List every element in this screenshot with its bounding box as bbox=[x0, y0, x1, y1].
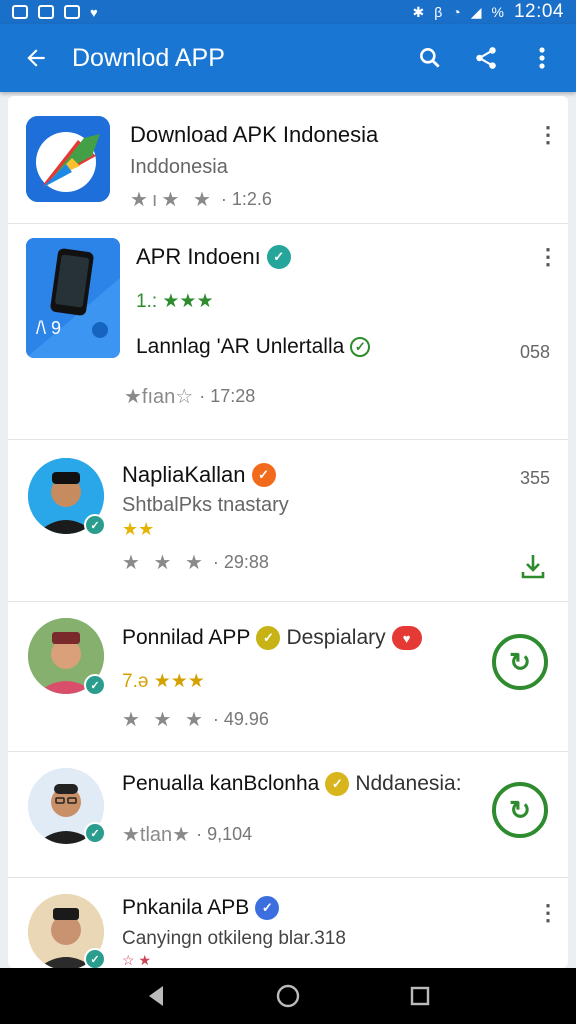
rating-stars: ★fıan☆ bbox=[124, 386, 194, 408]
item-title: Penualla kanBclonha bbox=[122, 772, 320, 795]
nav-recents-button[interactable] bbox=[400, 976, 440, 1016]
item-subtitle: ShtbalPks tnastary bbox=[122, 494, 289, 516]
item-count: 058 bbox=[519, 342, 550, 362]
verified-check-icon: ✓ bbox=[84, 948, 106, 968]
overflow-menu-button[interactable] bbox=[516, 32, 568, 84]
badge-icon: ✓ bbox=[325, 772, 350, 796]
more-vert-icon bbox=[539, 47, 545, 69]
item-meta: · 9,104 bbox=[196, 824, 253, 844]
battery-icon: % bbox=[491, 4, 504, 20]
item-rating: 7.ə ★★★ bbox=[122, 671, 205, 692]
back-button[interactable] bbox=[0, 45, 72, 71]
svg-text:/\ 9: /\ 9 bbox=[36, 318, 61, 338]
status-bar-system: ✱ β ◔ ◢ % 12:04 bbox=[412, 1, 564, 23]
gold-stars: ★★ bbox=[122, 519, 155, 539]
home-circle-icon bbox=[276, 984, 300, 1008]
refresh-icon: ↻ bbox=[509, 646, 531, 677]
phone-logo-icon: /\ 9 bbox=[26, 238, 120, 358]
back-triangle-icon bbox=[149, 986, 163, 1006]
install-button[interactable]: ↻ bbox=[492, 634, 548, 690]
install-button[interactable]: ↻ bbox=[492, 782, 548, 838]
search-button[interactable] bbox=[404, 32, 456, 84]
rating-stars: ★ ★ ★ bbox=[122, 552, 207, 574]
recents-square-icon bbox=[410, 986, 430, 1006]
verified-badge-icon: ✓ bbox=[266, 245, 291, 269]
status-bar-notifications: ♥ bbox=[12, 5, 98, 20]
item-rating: 1.: ★★★ bbox=[136, 291, 214, 312]
verified-check-icon: ✓ bbox=[84, 822, 106, 844]
verified-check-icon: ✓ bbox=[84, 514, 106, 536]
image-notification-icon bbox=[12, 5, 28, 19]
list-item[interactable]: ✓ Pnkanila APB ✓ Canyingn otkileng blar.… bbox=[8, 878, 568, 968]
page-title: Downlod APP bbox=[72, 43, 225, 72]
app-bar: Downlod APP bbox=[0, 24, 576, 92]
item-subtitle: Inddonesia bbox=[130, 156, 228, 178]
item-title: Download APK Indonesia bbox=[130, 122, 379, 147]
clock: 12:04 bbox=[513, 1, 564, 22]
item-title-extra: Despialary bbox=[286, 626, 386, 649]
app-icon-download-apk bbox=[26, 116, 110, 202]
item-more-button[interactable]: ⋮ bbox=[536, 902, 560, 924]
item-more-button[interactable]: ⋮ bbox=[536, 246, 560, 268]
item-subtitle: Canyingn otkileng blar.318 bbox=[122, 928, 346, 949]
system-nav-bar bbox=[0, 968, 576, 1024]
signal-icon: ◢ bbox=[470, 4, 482, 20]
vibrate-icon: β bbox=[434, 4, 443, 20]
nav-home-button[interactable] bbox=[268, 976, 308, 1016]
heart-notification-icon: ♥ bbox=[90, 4, 98, 20]
gallery-notification-icon bbox=[38, 5, 54, 19]
wifi-icon: ◔ bbox=[452, 4, 461, 20]
item-meta: · 49.96 bbox=[212, 709, 269, 729]
fire-badge-icon: ✓ bbox=[251, 463, 276, 487]
rating-stars: ★ı★ ★ bbox=[130, 189, 215, 211]
list-item[interactable]: ✓ Penualla kanBclonha ✓ Nddanesia: ★tlan… bbox=[8, 752, 568, 878]
rating-stars: ★tlan★ bbox=[122, 824, 191, 846]
rating-stars: ★ ★ ★ bbox=[122, 709, 207, 731]
rating-stars: ☆★ bbox=[122, 952, 156, 968]
app-bar-actions bbox=[404, 32, 576, 84]
verified-check-icon: ✓ bbox=[84, 674, 106, 696]
item-title: Ponnilad APP bbox=[122, 626, 251, 649]
app-list-card: Download APK Indonesia Inddonesia ★ı★ ★ … bbox=[8, 96, 568, 968]
list-item[interactable]: /\ 9 APR Indoenı ✓ 1.: ★★★ Lannlag 'AR U… bbox=[8, 224, 568, 440]
back-arrow-icon bbox=[27, 49, 45, 67]
item-title: APR Indoenı bbox=[136, 244, 261, 269]
list-item[interactable]: Download APK Indonesia Inddonesia ★ı★ ★ … bbox=[8, 96, 568, 224]
refresh-icon: ↻ bbox=[509, 794, 531, 825]
list-item[interactable]: ✓ Ponnilad APP ✓ Despialary ♥ 7.ə ★★★ ★ … bbox=[8, 602, 568, 752]
verified-badge-icon: ✓ bbox=[255, 896, 280, 920]
app-icon-apr: /\ 9 bbox=[26, 238, 120, 358]
item-count: 355 bbox=[519, 468, 550, 488]
download-icon bbox=[521, 555, 545, 579]
bluetooth-icon: ✱ bbox=[412, 4, 425, 20]
search-icon bbox=[420, 48, 440, 68]
item-more-button[interactable]: ⋮ bbox=[536, 124, 560, 146]
item-title: NapliaKallan bbox=[122, 462, 246, 487]
arrow-logo-icon bbox=[26, 116, 110, 202]
item-meta: · 29:88 bbox=[212, 552, 269, 572]
sync-notification-icon bbox=[64, 5, 80, 19]
nav-back-button[interactable] bbox=[136, 976, 176, 1016]
heart-badge-icon: ♥ bbox=[391, 626, 422, 650]
item-meta: · 1:2.6 bbox=[220, 189, 272, 209]
check-circle-icon: ✓ bbox=[350, 337, 371, 357]
item-meta: · 17:28 bbox=[199, 386, 256, 406]
item-title-extra: Nddanesia: bbox=[355, 772, 462, 795]
item-title: Pnkanila APB bbox=[122, 896, 250, 919]
share-button[interactable] bbox=[460, 32, 512, 84]
download-button[interactable] bbox=[520, 552, 546, 587]
badge-icon: ✓ bbox=[256, 626, 281, 650]
status-bar: ♥ ✱ β ◔ ◢ % 12:04 bbox=[0, 0, 576, 24]
item-tagline: Lannlag 'AR Unlertalla bbox=[136, 335, 345, 358]
share-icon bbox=[476, 47, 496, 69]
list-item[interactable]: ✓ NapliaKallan ✓ ShtbalPks tnastary ★★ ★… bbox=[8, 440, 568, 602]
